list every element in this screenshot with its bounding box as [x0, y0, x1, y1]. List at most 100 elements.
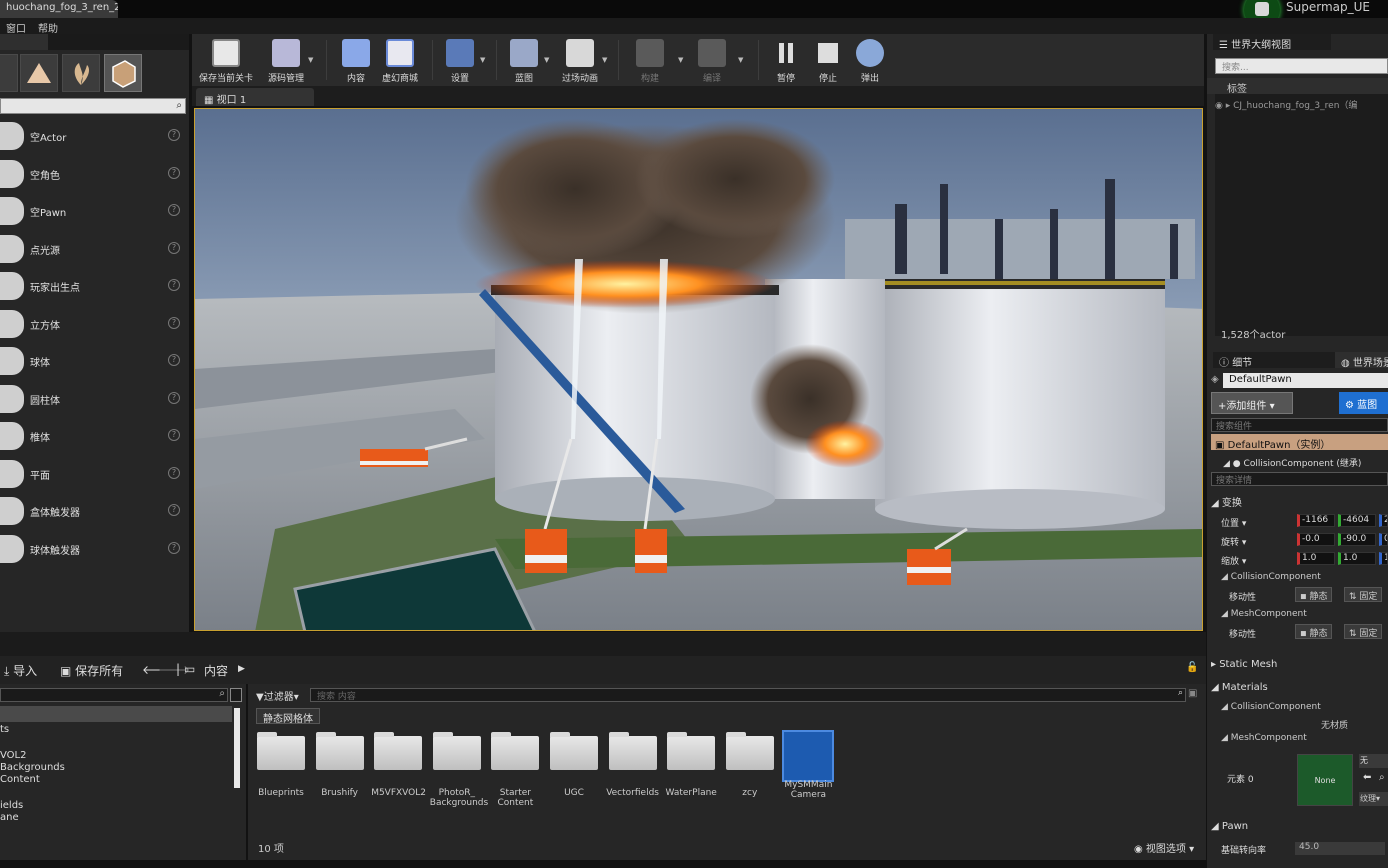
document-tab[interactable]: huochang_fog_3_ren_2: [0, 0, 118, 18]
tree-scrollbar[interactable]: [234, 708, 240, 788]
eye-icon[interactable]: ◉: [1215, 101, 1223, 111]
mobility-static-button[interactable]: ◾ 静态: [1295, 587, 1333, 602]
menu-window[interactable]: 窗口: [6, 20, 26, 35]
asset-folder[interactable]: zcy: [723, 732, 777, 798]
base-turn-input[interactable]: 45.0: [1295, 842, 1385, 855]
component-root-row[interactable]: ▣ DefaultPawn（实例）: [1211, 434, 1388, 451]
place-item[interactable]: 空Actor?: [0, 118, 189, 154]
help-icon[interactable]: ?: [168, 204, 180, 216]
folder-search-input[interactable]: ⌕: [0, 688, 228, 702]
location-x-input[interactable]: -1166: [1297, 514, 1335, 527]
mobility-static-button[interactable]: ◾ 静态: [1295, 624, 1333, 639]
place-item[interactable]: 椎体?: [0, 418, 189, 454]
place-item[interactable]: 玩家出生点?: [0, 268, 189, 304]
scale-y-input[interactable]: 1.0: [1338, 552, 1376, 565]
asset-folder[interactable]: WaterPlane: [664, 732, 718, 798]
help-icon[interactable]: ?: [168, 316, 180, 329]
compile-button[interactable]: 编译: [682, 36, 742, 84]
chevron-down-icon[interactable]: ▼: [308, 56, 313, 64]
paint-mode-icon[interactable]: [0, 54, 18, 92]
location-label[interactable]: 位置 ▾: [1221, 516, 1246, 529]
help-icon[interactable]: ?: [168, 391, 180, 404]
help-icon[interactable]: ?: [168, 429, 180, 441]
blueprint-button[interactable]: ⚙ 蓝图: [1339, 392, 1388, 414]
place-search-input[interactable]: ⌕: [0, 98, 186, 114]
view-options-button[interactable]: ◉ 视图选项 ▾: [1134, 840, 1194, 855]
search-icon[interactable]: ⌕: [1379, 772, 1385, 783]
help-icon[interactable]: ?: [168, 279, 180, 291]
tree-item[interactable]: ane: [0, 812, 19, 823]
chevron-down-icon[interactable]: ▼: [544, 56, 549, 64]
tree-selected-row[interactable]: [0, 706, 232, 722]
geometry-mode-icon[interactable]: [104, 54, 142, 92]
asset-folder[interactable]: UGC: [547, 732, 601, 798]
material-combo[interactable]: 无: [1359, 754, 1388, 768]
source-control-button[interactable]: 源码管理: [256, 36, 316, 84]
scale-x-input[interactable]: 1.0: [1297, 552, 1335, 565]
material-thumbnail[interactable]: None: [1297, 754, 1353, 806]
path-crumb-content[interactable]: 内容: [204, 662, 228, 679]
asset-folder[interactable]: M5VFXVOL2: [371, 732, 426, 798]
cinematics-button[interactable]: 过场动画: [550, 36, 610, 84]
tab-world-outliner[interactable]: ☰ 世界大纲视图: [1213, 34, 1331, 51]
tree-item[interactable]: ields: [0, 800, 23, 811]
save-search-icon[interactable]: ▣: [1188, 688, 1197, 699]
save-all-button[interactable]: ▣ 保存所有: [60, 662, 123, 679]
place-item[interactable]: 平面?: [0, 456, 189, 492]
eject-button[interactable]: 弹出: [840, 36, 900, 84]
rotation-z-input[interactable]: 0: [1379, 533, 1388, 546]
viewport-tab[interactable]: ▦ 视口 1: [196, 88, 314, 106]
mobility-fixed-button[interactable]: ⇅ 固定: [1344, 587, 1383, 602]
mesh-component-section[interactable]: ◢ MeshComponent: [1221, 733, 1307, 743]
tree-item[interactable]: Backgrounds: [0, 762, 65, 773]
asset-folder[interactable]: Brushify: [313, 732, 367, 798]
help-icon[interactable]: ?: [168, 166, 180, 179]
help-icon[interactable]: ?: [168, 466, 180, 479]
mesh-component-section[interactable]: ◢ MeshComponent: [1221, 609, 1307, 619]
place-item[interactable]: 球体?: [0, 343, 189, 379]
outliner-column-header[interactable]: 标签: [1207, 78, 1388, 95]
foliage-mode-icon[interactable]: [62, 54, 100, 92]
actor-name-input[interactable]: DefaultPawn: [1223, 373, 1388, 388]
scale-label[interactable]: 缩放 ▾: [1221, 554, 1246, 567]
place-item[interactable]: 盒体触发器?: [0, 493, 189, 529]
collision-component-section[interactable]: ◢ CollisionComponent: [1221, 572, 1321, 582]
asset-folder[interactable]: Starter Content: [488, 732, 542, 808]
rotation-label[interactable]: 旋转 ▾: [1221, 535, 1246, 548]
filter-chip-static-mesh[interactable]: 静态网格体: [256, 708, 320, 725]
component-child-row[interactable]: ◢ ● CollisionComponent (继承): [1223, 456, 1361, 469]
lock-icon[interactable]: 🔓: [1186, 662, 1198, 673]
texture-combo[interactable]: 纹理▾: [1359, 792, 1388, 806]
section-static-mesh[interactable]: ▸ Static Mesh: [1211, 659, 1277, 670]
asset-search-input[interactable]: 搜索 内容 ⌕: [310, 688, 1186, 702]
help-icon[interactable]: ?: [168, 129, 180, 141]
level-viewport[interactable]: [194, 108, 1203, 631]
place-item[interactable]: 空角色?: [0, 156, 189, 192]
tab-world-settings[interactable]: ◍ 世界场景: [1335, 352, 1388, 369]
section-pawn[interactable]: ◢ Pawn: [1211, 821, 1248, 832]
section-transform[interactable]: ◢ 变换: [1211, 494, 1242, 509]
chevron-right-icon[interactable]: ▶: [238, 664, 245, 674]
help-icon[interactable]: ?: [168, 541, 180, 554]
location-y-input[interactable]: -4604: [1338, 514, 1376, 527]
tree-item[interactable]: Content: [0, 774, 40, 785]
place-item[interactable]: 立方体?: [0, 306, 189, 342]
arrow-left-icon[interactable]: ⬅: [1363, 772, 1371, 783]
place-item[interactable]: 空Pawn?: [0, 193, 189, 229]
help-icon[interactable]: ?: [168, 241, 180, 254]
location-z-input[interactable]: 2: [1379, 514, 1388, 527]
marketplace-button[interactable]: 虚幻商城: [370, 36, 430, 84]
place-item[interactable]: 圆柱体?: [0, 381, 189, 417]
asset-folder[interactable]: Vectorfields: [606, 732, 660, 798]
outliner-row[interactable]: ◉ ▸ CJ_huochang_fog_3_ren（编: [1215, 98, 1357, 111]
save-level-button[interactable]: 保存当前关卡: [196, 36, 256, 84]
asset-camera[interactable]: MySMMain Camera: [781, 730, 835, 800]
landscape-mode-icon[interactable]: [20, 54, 58, 92]
scale-z-input[interactable]: 1: [1379, 552, 1388, 565]
filter-button[interactable]: ▼过滤器▾: [256, 688, 299, 703]
asset-folder[interactable]: Blueprints: [254, 732, 308, 798]
outliner-search-input[interactable]: 搜索...: [1215, 58, 1388, 74]
asset-folder[interactable]: PhotoR_ Backgrounds: [430, 732, 488, 808]
rotation-y-input[interactable]: -90.0: [1338, 533, 1376, 546]
place-item[interactable]: 球体触发器?: [0, 531, 189, 567]
